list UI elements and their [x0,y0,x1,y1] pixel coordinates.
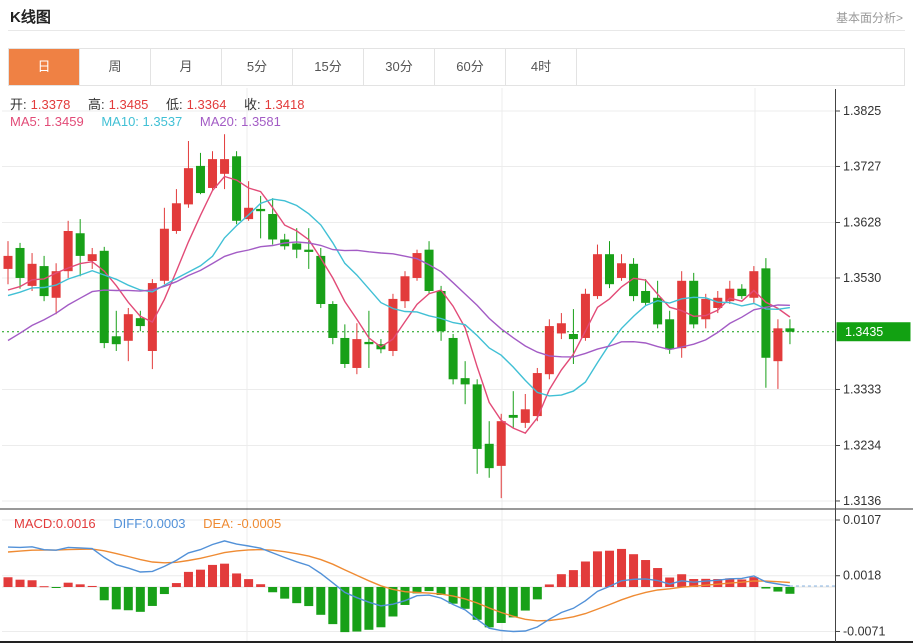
svg-text:0.0107: 0.0107 [843,513,881,527]
tab-60min[interactable]: 60分 [435,49,506,85]
kline-chart[interactable]: 1.3825 1.3727 1.3628 1.3530 1.3333 1.3234 1.31… [0,88,913,644]
tab-4hour[interactable]: 4时 [506,49,577,85]
tab-5min[interactable]: 5分 [222,49,293,85]
svg-text:1.3530: 1.3530 [843,271,881,285]
svg-text:1.3727: 1.3727 [843,159,881,173]
svg-text:0.0018: 0.0018 [843,569,881,583]
ma5-line [7,175,791,434]
svg-text:1.3435: 1.3435 [845,325,883,339]
tab-bar-filler [577,49,904,85]
chart-area: 1.3825 1.3727 1.3628 1.3530 1.3333 1.3234 1.31… [0,88,913,644]
price-axis: 1.3825 1.3727 1.3628 1.3530 1.3333 1.3234 1.31… [835,104,885,638]
gridlines [2,88,836,642]
svg-text:1.3333: 1.3333 [843,382,881,396]
interval-tab-bar: 日周月 5分 15分 30分 60分 4时 [8,48,905,86]
tab-15min[interactable]: 15分 [293,49,364,85]
tab-week[interactable]: 周 [80,49,151,85]
fundamental-analysis-link[interactable]: 基本面分析> [836,9,903,26]
tab-month[interactable]: 月 [151,49,222,85]
page-header: K线图 基本面分析> [8,0,905,31]
svg-text:1.3825: 1.3825 [843,104,881,118]
tab-day[interactable]: 日 [9,49,80,85]
svg-text:-0.0071: -0.0071 [843,624,885,638]
tab-30min[interactable]: 30分 [364,49,435,85]
svg-text:1.3234: 1.3234 [843,439,881,453]
ma-lines [7,175,791,434]
svg-text:1.3628: 1.3628 [843,216,881,230]
svg-text:1.3136: 1.3136 [843,494,881,508]
last-price-tag: 1.3435 [836,322,911,342]
candlesticks [3,134,795,499]
page-title: K线图 [10,9,51,26]
